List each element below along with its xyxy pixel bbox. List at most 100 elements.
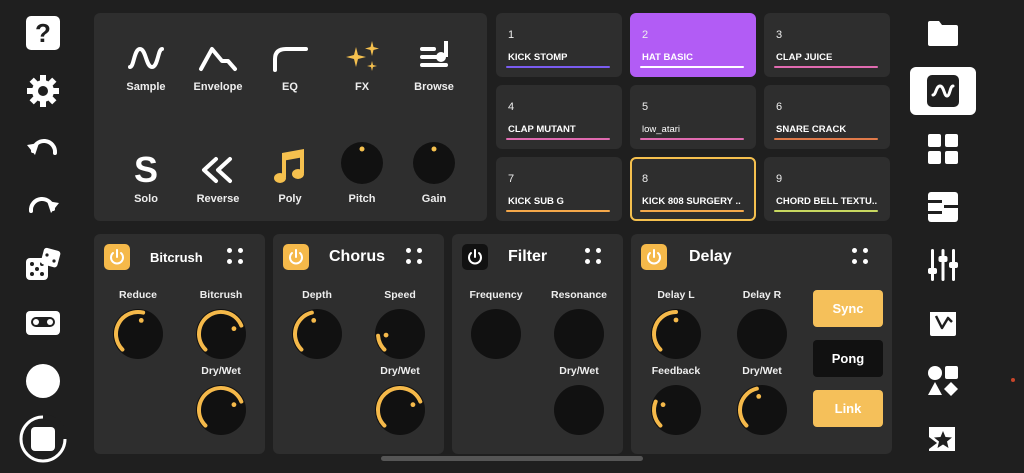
bitcrush-knob[interactable]: Bitcrush <box>186 289 256 361</box>
pad-underline <box>506 138 610 140</box>
undo-icon[interactable] <box>24 130 62 168</box>
delay-r-knob[interactable]: Delay R <box>727 289 797 361</box>
bitcrush-header: Bitcrush <box>104 244 255 272</box>
tool-eq[interactable]: EQ <box>255 35 325 93</box>
chorus-drywet-knob[interactable]: Dry/Wet <box>365 365 435 437</box>
tool-poly[interactable]: Poly <box>255 147 325 205</box>
reduce-knob[interactable]: Reduce <box>103 289 173 361</box>
knob-indicator <box>138 317 144 323</box>
speed-knob[interactable]: Speed <box>365 289 435 361</box>
filter-power-toggle[interactable] <box>462 244 488 270</box>
pad-name: CLAP MUTANT <box>508 124 576 135</box>
knob-body <box>737 385 787 435</box>
knob-body <box>375 309 425 359</box>
tool-label: Poly <box>278 193 302 205</box>
star-tag-icon[interactable] <box>910 415 976 463</box>
drag-handle-icon[interactable] <box>406 248 422 264</box>
pad-underline <box>774 210 878 212</box>
mixer-sliders-icon[interactable] <box>910 241 976 289</box>
bitcrush-drywet-knob[interactable]: Dry/Wet <box>186 365 256 437</box>
tool-label: Solo <box>134 193 158 205</box>
knob-indicator <box>756 393 762 399</box>
record-circle-icon[interactable] <box>24 362 62 400</box>
pad-number: 8 <box>642 173 649 185</box>
right-toolbar <box>898 0 988 473</box>
shapes-icon[interactable] <box>910 357 976 405</box>
pad-underline <box>506 66 610 68</box>
pad-number: 5 <box>642 101 649 113</box>
knob-body <box>292 309 342 359</box>
depth-knob[interactable]: Depth <box>282 289 352 361</box>
pad-name: CHORD BELL TEXTU.. <box>776 196 878 207</box>
tool-label: Gain <box>421 193 447 205</box>
waveform-icon[interactable] <box>910 67 976 115</box>
knob-indicator <box>311 317 317 323</box>
drag-handle-icon[interactable] <box>585 248 601 264</box>
frequency-knob[interactable]: Frequency <box>461 289 531 361</box>
tool-envelope[interactable]: Envelope <box>183 35 253 93</box>
chorus-power-toggle[interactable] <box>283 244 309 270</box>
tool-reverse[interactable]: Reverse <box>183 147 253 205</box>
cassette-tape-icon[interactable] <box>24 304 62 342</box>
pad-1[interactable]: 1 KICK STOMP <box>496 13 622 77</box>
filter-drywet-knob[interactable]: Dry/Wet <box>544 365 614 437</box>
delay-panel: Delay Delay L Delay R Feedback Dry/Wet S… <box>631 234 892 454</box>
status-dot <box>1011 378 1015 382</box>
tool-label: Envelope <box>193 81 243 93</box>
delay-drywet-knob[interactable]: Dry/Wet <box>727 365 797 437</box>
pad-8[interactable]: 8 KICK 808 SURGERY .. <box>630 157 756 221</box>
knob-label: Speed <box>384 289 416 301</box>
pad-2[interactable]: 2 HAT BASIC <box>630 13 756 77</box>
settings-gear-icon[interactable] <box>24 72 62 110</box>
pad-name: HAT BASIC <box>642 52 694 63</box>
resonance-knob[interactable]: Resonance <box>544 289 614 361</box>
folder-icon[interactable] <box>910 9 976 57</box>
tool-browse[interactable]: Browse <box>399 35 469 93</box>
drum-machine-icon[interactable] <box>910 299 976 347</box>
drag-handle-icon[interactable] <box>852 248 868 264</box>
knob-label: Dry/Wet <box>742 365 782 377</box>
help-icon[interactable]: ? <box>24 14 62 52</box>
pad-5[interactable]: 5 low_atari <box>630 85 756 149</box>
knob-label: Bitcrush <box>199 289 243 301</box>
drag-handle-icon[interactable] <box>227 248 243 264</box>
delay-power-toggle[interactable] <box>641 244 667 270</box>
piano-keys-icon[interactable] <box>910 183 976 231</box>
tool-label: Sample <box>126 81 166 93</box>
filter-title: Filter <box>508 248 548 265</box>
pad-name: CLAP JUICE <box>776 52 833 63</box>
pad-7[interactable]: 7 KICK SUB G <box>496 157 622 221</box>
horizontal-scrollbar[interactable] <box>381 456 643 461</box>
tool-pitch[interactable]: Pitch <box>327 141 397 205</box>
power-icon <box>647 249 661 265</box>
knob-body <box>737 309 787 359</box>
right-edge-area <box>988 0 1024 473</box>
dice-random-icon[interactable] <box>24 246 62 284</box>
pad-name: KICK 808 SURGERY .. <box>642 196 741 207</box>
pad-name: KICK SUB G <box>508 196 564 207</box>
tool-sample[interactable]: Sample <box>111 35 181 93</box>
pad-4[interactable]: 4 CLAP MUTANT <box>496 85 622 149</box>
pad-3[interactable]: 3 CLAP JUICE <box>764 13 890 77</box>
sync-button[interactable]: Sync <box>813 290 883 327</box>
feedback-knob[interactable]: Feedback <box>641 365 711 437</box>
knob-body <box>113 309 163 359</box>
pad-9[interactable]: 9 CHORD BELL TEXTU.. <box>764 157 890 221</box>
tool-gain[interactable]: Gain <box>399 141 469 205</box>
knob-label: Dry/Wet <box>559 365 599 377</box>
stop-button-icon[interactable] <box>18 414 68 464</box>
pad-number: 6 <box>776 101 783 113</box>
pad-6[interactable]: 6 SNARE CRACK <box>764 85 890 149</box>
delay-l-knob[interactable]: Delay L <box>641 289 711 361</box>
pong-button[interactable]: Pong <box>813 340 883 377</box>
knob-label: Feedback <box>651 365 701 377</box>
pads-grid-icon[interactable] <box>910 125 976 173</box>
tool-fx[interactable]: FX <box>327 35 397 93</box>
tool-solo[interactable]: S Solo <box>111 147 181 205</box>
sample-wave-icon <box>111 35 181 73</box>
bitcrush-title: Bitcrush <box>150 250 203 265</box>
bitcrush-power-toggle[interactable] <box>104 244 130 270</box>
redo-icon[interactable] <box>24 188 62 226</box>
link-button[interactable]: Link <box>813 390 883 427</box>
power-icon <box>468 249 482 265</box>
